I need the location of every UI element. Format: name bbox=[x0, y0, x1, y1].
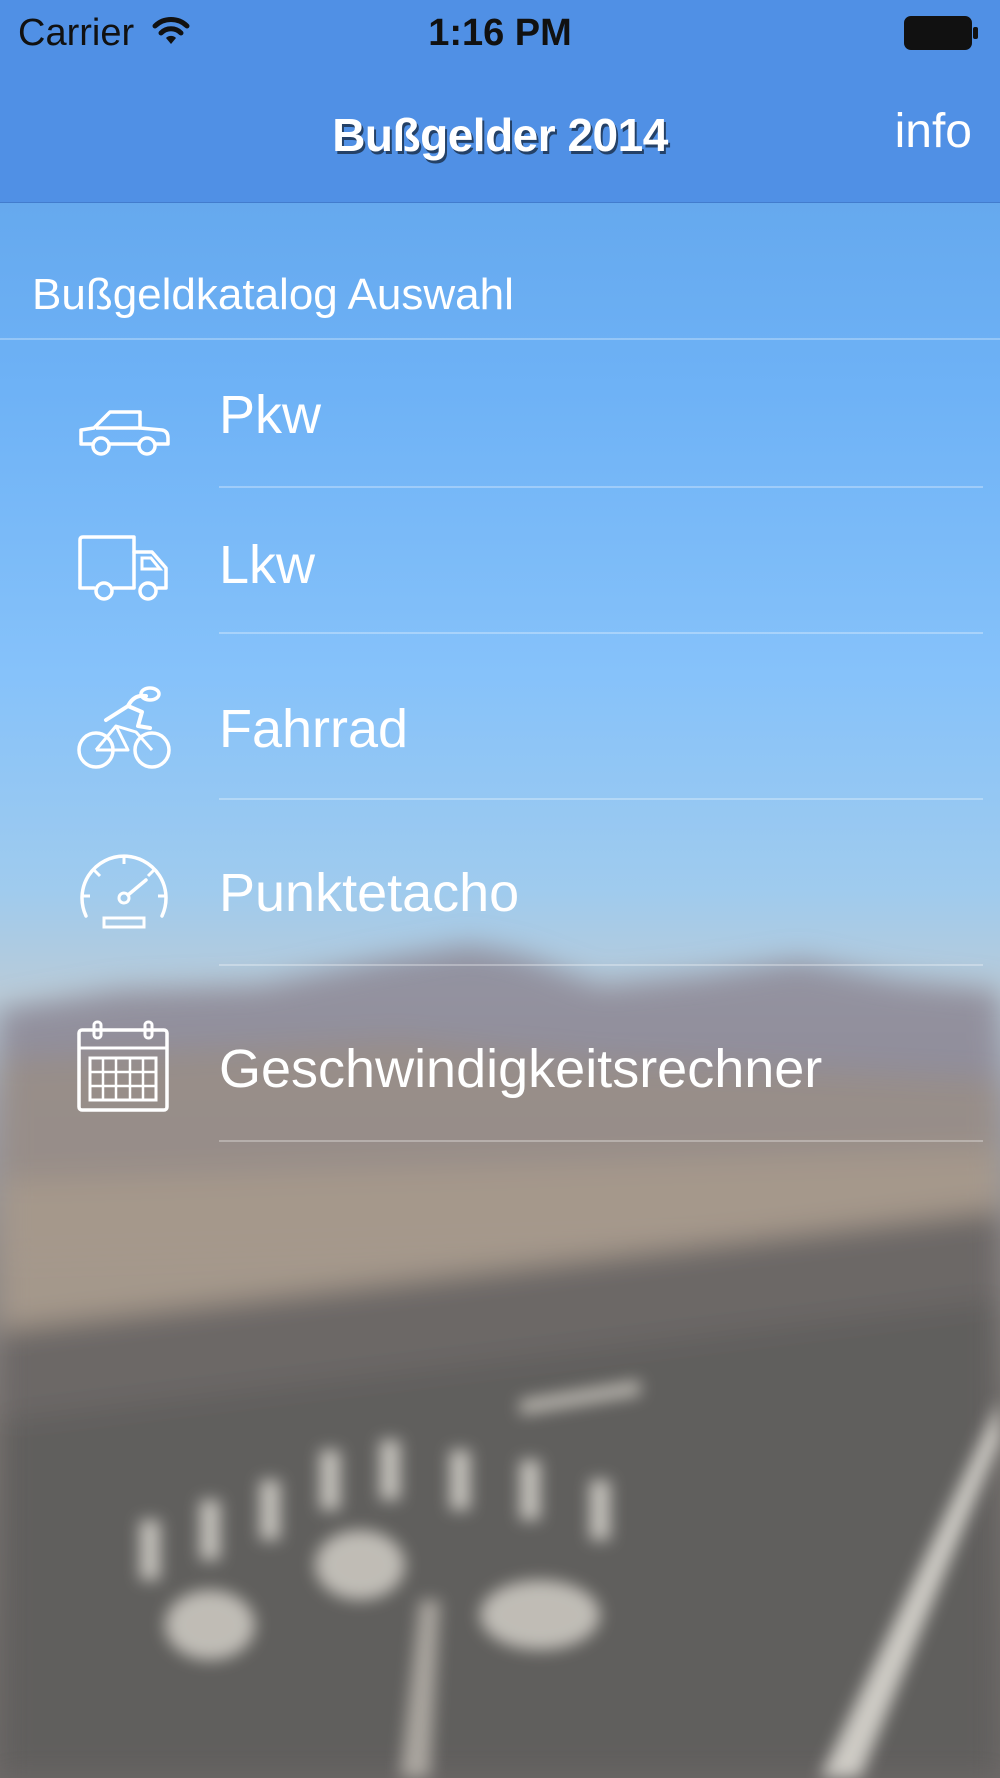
battery-icon bbox=[904, 16, 980, 55]
menu-item-label: Fahrrad bbox=[219, 699, 409, 759]
section-header: Bußgeldkatalog Auswahl bbox=[32, 270, 514, 319]
menu-item-label: Lkw bbox=[219, 535, 316, 595]
page-title: Bußgelder 2014 bbox=[332, 109, 668, 161]
status-bar: Carrier 1:16 PM bbox=[0, 0, 1000, 70]
speedometer-icon bbox=[76, 848, 172, 937]
menu-item-punktetacho[interactable]: Punktetacho bbox=[0, 798, 1000, 966]
menu-item-label: Geschwindigkeitsrechner bbox=[219, 1039, 823, 1099]
menu-item-label: Punktetacho bbox=[219, 863, 520, 923]
calendar-icon bbox=[76, 1020, 172, 1119]
menu-divider bbox=[219, 1140, 983, 1142]
menu-item-geschwindigkeitsrechner[interactable]: Geschwindigkeitsrechner bbox=[0, 964, 1000, 1142]
truck-icon bbox=[76, 534, 172, 611]
info-button[interactable]: info bbox=[895, 104, 972, 159]
menu-item-label: Pkw bbox=[219, 385, 322, 445]
car-icon bbox=[76, 404, 172, 465]
bicycle-icon bbox=[76, 686, 172, 777]
menu-item-fahrrad[interactable]: Fahrrad bbox=[0, 634, 1000, 800]
menu-item-pkw[interactable]: Pkw bbox=[0, 340, 1000, 490]
menu-item-lkw[interactable]: Lkw bbox=[0, 488, 1000, 636]
navigation-bar: Carrier 1:16 PM Bußgelder 2014 info bbox=[0, 0, 1000, 203]
clock-time: 1:16 PM bbox=[428, 12, 572, 54]
